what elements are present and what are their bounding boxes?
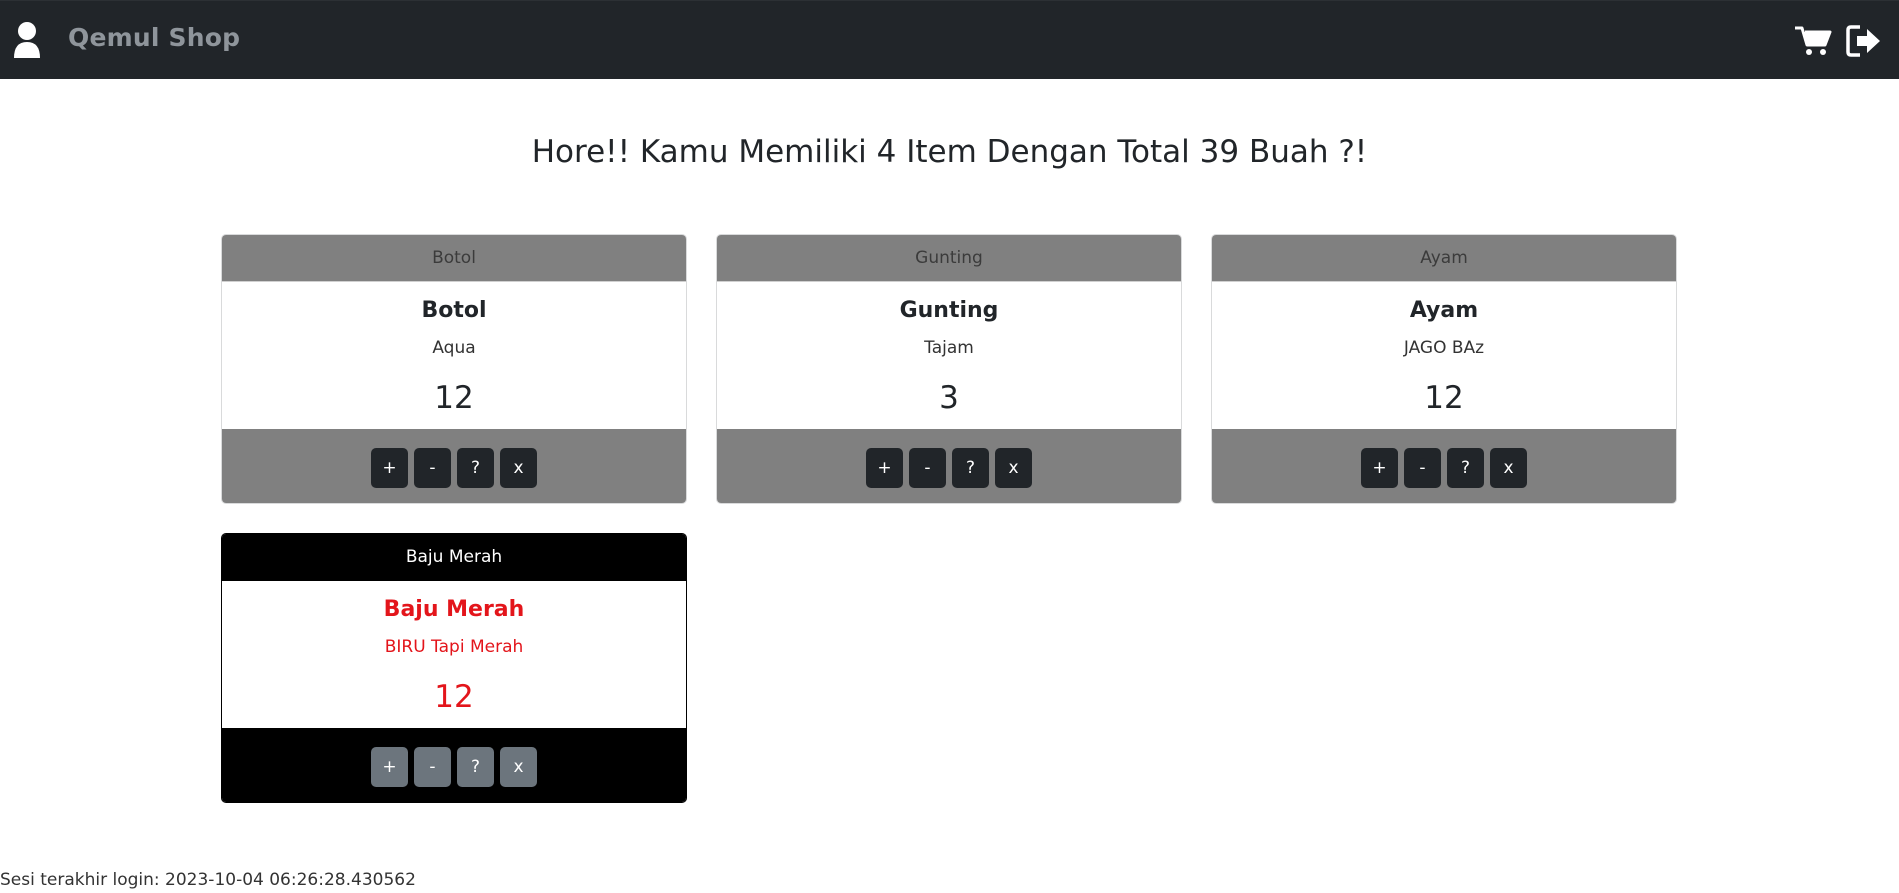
item-title: Baju Merah [383,597,525,622]
item-card: Ayam Ayam JAGO BAz 12 + - ? x [1211,234,1677,504]
delete-button[interactable]: x [500,447,537,488]
item-quantity: 12 [434,380,474,416]
card-header: Baju Merah [222,534,686,581]
item-card: Baju Merah Baju Merah BIRU Tapi Merah 12… [221,533,687,803]
delete-button[interactable]: x [995,447,1032,488]
item-quantity: 3 [939,380,959,416]
card-footer: + - ? x [222,728,686,802]
item-card: Gunting Gunting Tajam 3 + - ? x [716,234,1182,504]
item-description: Tajam [924,338,974,358]
user-icon[interactable] [12,21,42,59]
item-card: Botol Botol Aqua 12 + - ? x [221,234,687,504]
item-description: JAGO BAz [1403,338,1485,358]
item-description: BIRU Tapi Merah [384,637,524,657]
increment-button[interactable]: + [371,746,408,787]
decrement-button[interactable]: - [909,447,946,488]
decrement-button[interactable]: - [1404,447,1441,488]
card-header: Gunting [717,235,1181,282]
item-title: Gunting [899,298,999,323]
item-quantity: 12 [434,679,474,715]
card-body: Gunting Tajam 3 [717,282,1181,429]
decrement-button[interactable]: - [414,447,451,488]
item-title: Ayam [1409,298,1479,323]
info-button[interactable]: ? [952,447,989,488]
card-footer: + - ? x [717,429,1181,503]
delete-button[interactable]: x [500,746,537,787]
logout-icon[interactable] [1846,24,1882,58]
page-headline: Hore!! Kamu Memiliki 4 Item Dengan Total… [531,134,1368,170]
decrement-button[interactable]: - [414,746,451,787]
info-button[interactable]: ? [457,447,494,488]
increment-button[interactable]: + [866,447,903,488]
last-login-text: Sesi terakhir login: 2023-10-04 06:26:28… [0,870,416,890]
increment-button[interactable]: + [371,447,408,488]
card-header: Botol [222,235,686,282]
card-body: Ayam JAGO BAz 12 [1212,282,1676,429]
brand-name[interactable]: Qemul Shop [68,21,240,55]
navbar: Qemul Shop [0,0,1899,79]
item-quantity: 12 [1424,380,1464,416]
card-footer: + - ? x [1212,429,1676,503]
info-button[interactable]: ? [1447,447,1484,488]
info-button[interactable]: ? [457,746,494,787]
card-body: Botol Aqua 12 [222,282,686,429]
item-description: Aqua [432,338,476,358]
item-title: Botol [421,298,487,323]
card-body: Baju Merah BIRU Tapi Merah 12 [222,581,686,728]
increment-button[interactable]: + [1361,447,1398,488]
delete-button[interactable]: x [1490,447,1527,488]
card-footer: + - ? x [222,429,686,503]
cart-icon[interactable] [1794,25,1832,57]
card-header: Ayam [1212,235,1676,282]
